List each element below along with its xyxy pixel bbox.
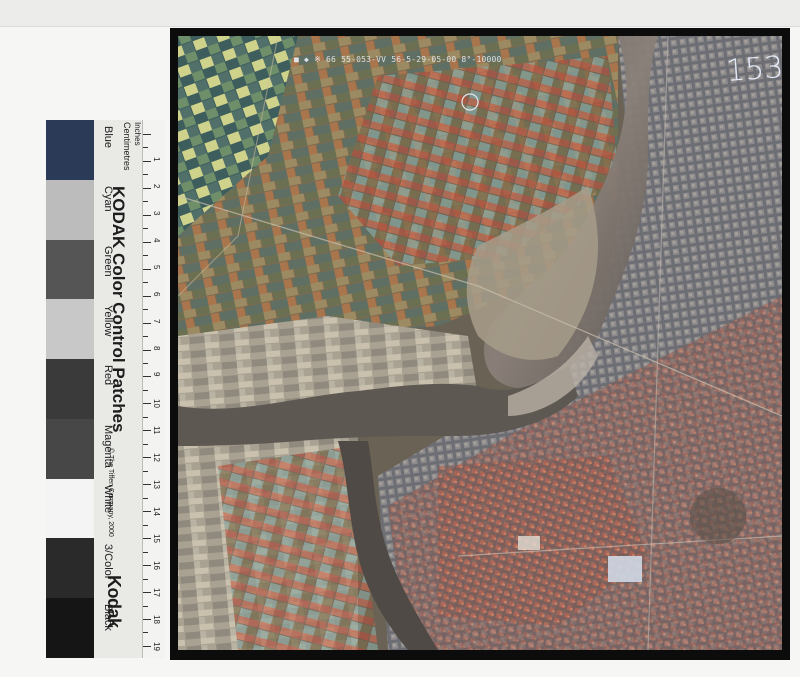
ruler-cm-number: 4 <box>152 237 161 243</box>
ruler-tick <box>143 497 148 499</box>
patch-label: Blue <box>102 126 114 149</box>
ruler-cm-number: 13 <box>152 480 161 490</box>
ruler-tick <box>143 578 148 580</box>
color-patch-yellow <box>46 299 94 360</box>
ruler-tick <box>143 363 148 364</box>
color-patch-red <box>46 359 94 419</box>
ruler-tick <box>143 322 151 324</box>
photo-frame-number: 153 <box>724 50 782 89</box>
ruler-cm-number: 19 <box>152 641 161 651</box>
patch-label: White <box>102 484 114 513</box>
color-patch-3-color <box>46 538 94 599</box>
ruler-tick <box>143 416 148 418</box>
ruler-cm-number: 17 <box>152 588 161 597</box>
color-patch-green <box>46 239 94 300</box>
ruler-tick <box>143 565 151 567</box>
ruler-tick <box>143 592 151 594</box>
patch-label: Red <box>102 365 114 386</box>
ruler-tick <box>143 618 151 620</box>
patch-label: 3/Color <box>102 544 114 580</box>
ruler-tick <box>143 241 151 243</box>
ruler-cm-number: 8 <box>152 345 161 350</box>
ruler-tick <box>143 160 151 162</box>
ruler-tick <box>143 484 151 486</box>
ruler-cm-number: 6 <box>152 291 161 297</box>
patch-label: Yellow <box>102 305 114 337</box>
ruler-cm-number: 14 <box>152 507 161 517</box>
patch-label: Magenta <box>102 424 114 468</box>
ruler-tick <box>143 201 148 203</box>
ruler-cm-number: 9 <box>152 372 161 377</box>
ruler-tick <box>143 551 148 553</box>
color-patch-blue <box>46 120 94 180</box>
patch-label: Cyan <box>102 185 114 212</box>
ruler-tick <box>143 645 151 647</box>
ruler-tick <box>143 282 148 284</box>
ruler-tick <box>143 268 151 270</box>
ruler-tick <box>143 187 151 189</box>
centimetres-label: Centimetres <box>122 122 132 171</box>
color-patch-cyan <box>46 179 94 240</box>
patch-label: Green <box>102 245 114 277</box>
ruler-tick <box>143 336 148 338</box>
ruler-tick <box>143 295 151 297</box>
ruler-tick <box>143 443 148 445</box>
aerial-photo: ■ ◆ ※ 66 55-053-VV 56-5-29-05-00 8°-1000… <box>178 36 782 650</box>
aerial-photo-image <box>178 36 782 650</box>
ruler-cm-number: 12 <box>152 453 161 463</box>
ruler-tick <box>143 403 151 405</box>
ruler: 1 2 3 4 5 6 7 8 9 10 11 12 13 14 15 16 17 18 19 <box>142 120 165 658</box>
ruler-cm-number: 18 <box>152 614 161 624</box>
ruler-tick <box>143 309 148 311</box>
ruler-tick <box>143 214 151 216</box>
ruler-tick <box>143 228 148 230</box>
ruler-cm-number: 11 <box>152 426 161 435</box>
ruler-cm-number: 3 <box>152 210 161 216</box>
ruler-tick <box>143 524 148 526</box>
ruler-cm-number: 15 <box>152 534 161 544</box>
color-patch-white <box>46 478 94 539</box>
kodak-color-control-strip: Centimetres Inches KODAK Color Control P… <box>46 120 165 658</box>
ruler-cm-number: 10 <box>152 399 161 409</box>
ruler-tick <box>143 147 148 149</box>
ruler-tick <box>143 511 151 513</box>
ruler-cm-number: 7 <box>152 318 161 324</box>
ruler-tick <box>143 430 151 432</box>
scanner-top-edge <box>0 0 800 27</box>
ruler-tick <box>143 538 151 540</box>
color-patch-magenta <box>46 418 94 479</box>
aerial-photo-frame: ■ ◆ ※ 66 55-053-VV 56-5-29-05-00 8°-1000… <box>170 28 790 660</box>
ruler-cm-number: 2 <box>152 183 161 189</box>
ruler-cm-number: 16 <box>152 561 161 570</box>
ruler-cm-number: 5 <box>152 264 161 270</box>
color-patches <box>46 120 94 658</box>
patch-label: Black <box>102 604 114 632</box>
patch-labels: Centimetres Inches KODAK Color Control P… <box>94 120 142 658</box>
ruler-tick <box>143 632 148 634</box>
color-patch-black <box>46 598 94 658</box>
ruler-tick <box>143 470 148 472</box>
ruler-tick <box>143 134 151 135</box>
ruler-tick <box>143 457 151 459</box>
ruler-tick <box>143 174 148 176</box>
ruler-tick <box>143 605 148 607</box>
photo-header-annotation: ■ ◆ ※ 66 55-053-VV 56-5-29-05-00 8°-1000… <box>294 55 502 64</box>
ruler-tick <box>143 376 151 378</box>
ruler-tick <box>143 389 148 391</box>
inches-label: Inches <box>133 122 142 146</box>
ruler-tick <box>143 349 151 351</box>
ruler-cm-number: 1 <box>152 156 161 162</box>
ruler-tick <box>143 255 148 257</box>
